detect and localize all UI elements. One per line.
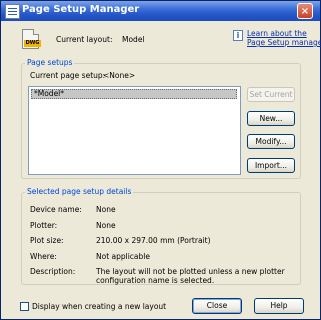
close-window-icon[interactable]: × [297, 3, 313, 19]
help-link-line1[interactable]: Learn about the [247, 29, 307, 38]
help-link-line2[interactable]: Page Setup manager [247, 38, 321, 47]
title-bar: Page Setup Manager × [1, 1, 320, 21]
close-button[interactable]: Close [192, 298, 242, 314]
display-on-new-layout-label[interactable]: Display when creating a new layout [32, 302, 166, 311]
plotter-label: Plotter: [30, 221, 58, 230]
current-page-setup-label: Current page setup: [30, 71, 106, 80]
current-layout-value: Model [122, 35, 145, 44]
device-name-value: None [96, 205, 116, 214]
where-value: Not applicable [96, 252, 150, 261]
device-name-label: Device name: [30, 205, 82, 214]
where-label: Where: [30, 252, 57, 261]
description-value-line2: configuration name is selected. [96, 276, 215, 285]
plot-size-label: Plot size: [30, 236, 64, 245]
new-button[interactable]: New... [247, 111, 295, 126]
plot-size-value: 210.00 x 297.00 mm (Portrait) [96, 236, 211, 245]
description-label: Description: [30, 267, 76, 276]
current-layout-label: Current layout: [56, 35, 113, 44]
display-on-new-layout-checkbox[interactable] [20, 302, 29, 311]
plotter-value: None [96, 221, 116, 230]
dwg-file-icon: DWG [22, 29, 41, 49]
help-info-icon[interactable]: i [233, 30, 243, 41]
current-page-setup-value: <None> [103, 71, 136, 80]
modify-button[interactable]: Modify... [247, 134, 295, 149]
help-button[interactable]: Help [254, 298, 304, 314]
app-icon [5, 4, 20, 19]
description-value-line1: The layout will not be plotted unless a … [96, 267, 285, 276]
page-setups-list[interactable]: *Model* [28, 86, 241, 175]
window-title: Page Setup Manager [22, 4, 140, 15]
set-current-button[interactable]: Set Current [247, 87, 295, 102]
page-setups-title: Page setups [25, 58, 75, 67]
page-setup-manager-dialog: Page Setup Manager × DWG Current layout:… [0, 0, 321, 320]
list-item[interactable]: *Model* [31, 89, 237, 99]
details-title: Selected page setup details [25, 187, 134, 196]
import-button[interactable]: Import... [247, 158, 295, 173]
